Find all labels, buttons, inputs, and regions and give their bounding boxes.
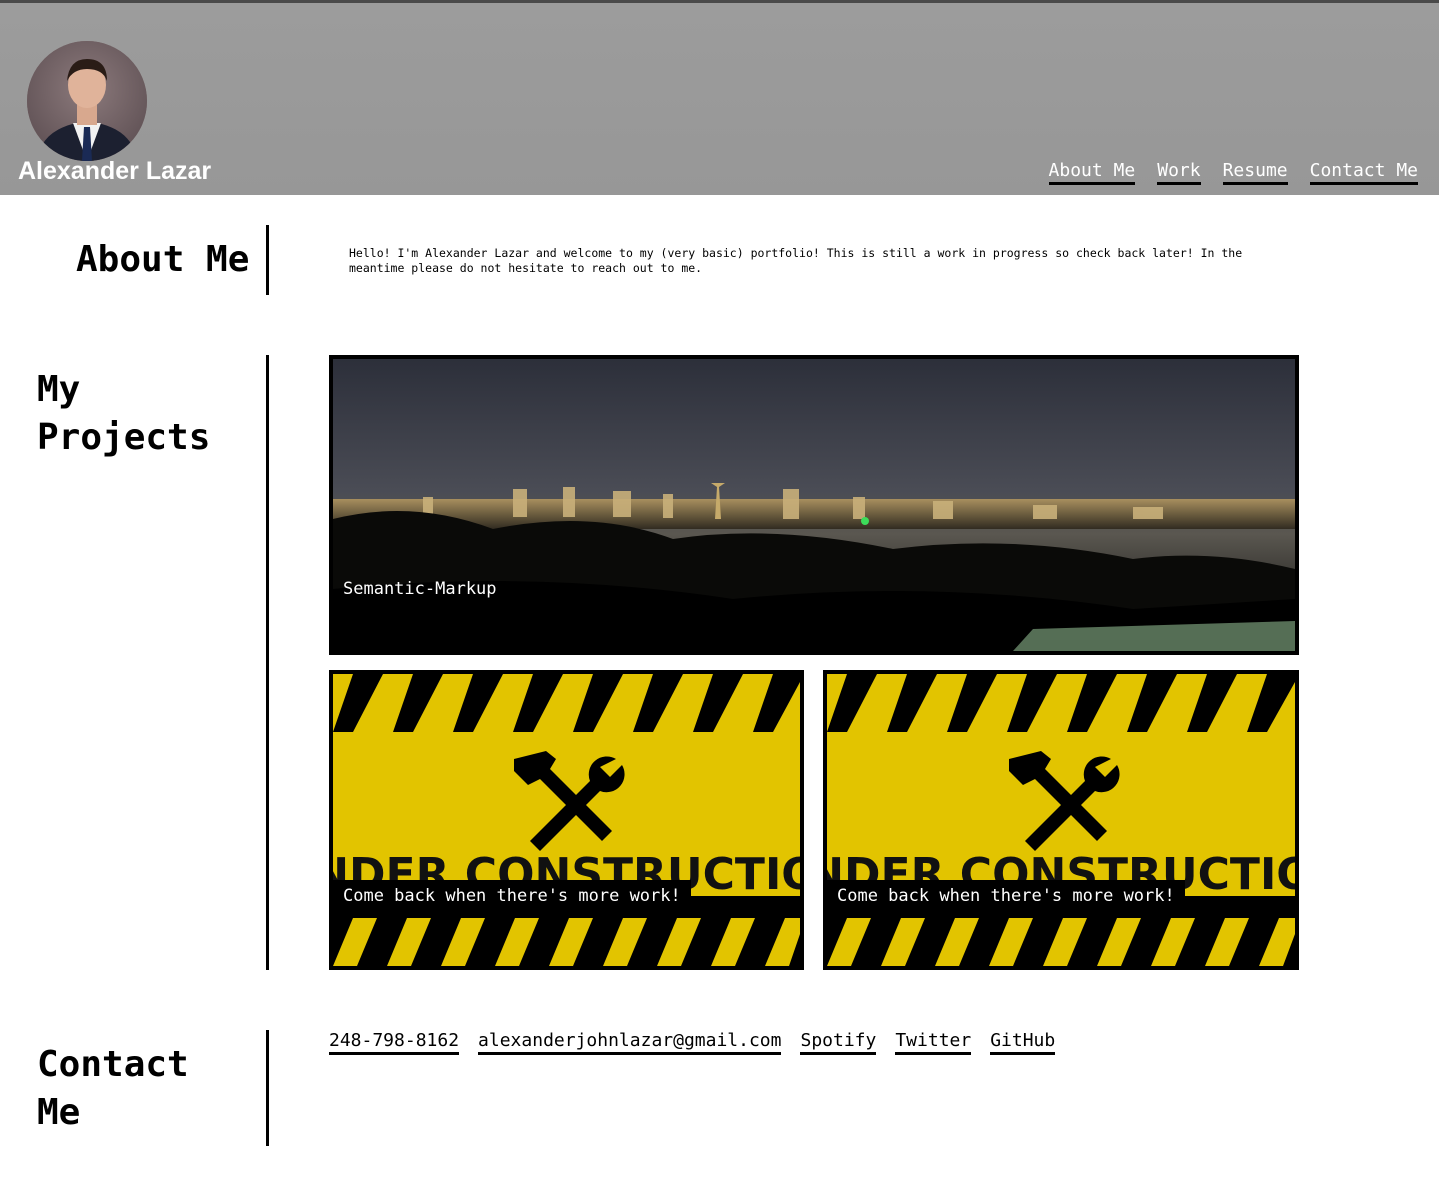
project-card-under-construction-2[interactable]: UNDER CONSTRUCTION Come back when there'… (823, 670, 1299, 970)
nav-resume[interactable]: Resume (1222, 160, 1288, 185)
contact-phone-link[interactable]: 248-798-8162 (329, 1030, 460, 1055)
projects-title-line1: My (37, 369, 81, 410)
projects-divider (266, 355, 269, 970)
about-text: Hello! I'm Alexander Lazar and welcome t… (349, 246, 1243, 275)
project-card-semantic-markup[interactable]: Semantic-Markup (329, 355, 1299, 655)
contact-spotify-link[interactable]: Spotify (800, 1030, 877, 1055)
projects-title: My Projects (37, 366, 210, 462)
nav-contact-me[interactable]: Contact Me (1309, 160, 1418, 185)
under-construction-image: UNDER CONSTRUCTION (333, 674, 800, 966)
contact-title-line2: Me (37, 1092, 81, 1133)
contact-links: 248-798-8162 alexanderjohnlazar@gmail.co… (329, 1030, 1056, 1055)
projects-title-line2: Projects (37, 417, 211, 458)
contact-twitter-link[interactable]: Twitter (895, 1030, 972, 1055)
profile-photo (27, 41, 147, 161)
contact-github-link[interactable]: GitHub (990, 1030, 1056, 1055)
contact-email-link[interactable]: alexanderjohnlazar@gmail.com (478, 1030, 782, 1055)
contact-divider (266, 1030, 269, 1146)
site-header: Alexander Lazar About Me Work Resume Con… (0, 3, 1439, 195)
project-card-under-construction-1[interactable]: UNDER CONSTRUCTION Come back when there'… (329, 670, 804, 970)
about-title: About Me (76, 239, 250, 280)
site-title: Alexander Lazar (18, 157, 212, 185)
about-divider (266, 225, 269, 295)
nav-work[interactable]: Work (1157, 160, 1201, 185)
under-construction-image: UNDER CONSTRUCTION (827, 674, 1295, 966)
contact-title: Contact Me (37, 1041, 189, 1137)
city-skyline-image (333, 359, 1295, 651)
project-caption: Come back when there's more work! (827, 880, 1185, 912)
avatar (27, 41, 147, 161)
contact-title-line1: Contact (37, 1044, 189, 1085)
main-nav: About Me Work Resume Contact Me (1048, 160, 1418, 185)
project-caption: Come back when there's more work! (333, 880, 691, 912)
project-caption: Semantic-Markup (343, 579, 497, 599)
nav-about-me[interactable]: About Me (1048, 160, 1136, 185)
